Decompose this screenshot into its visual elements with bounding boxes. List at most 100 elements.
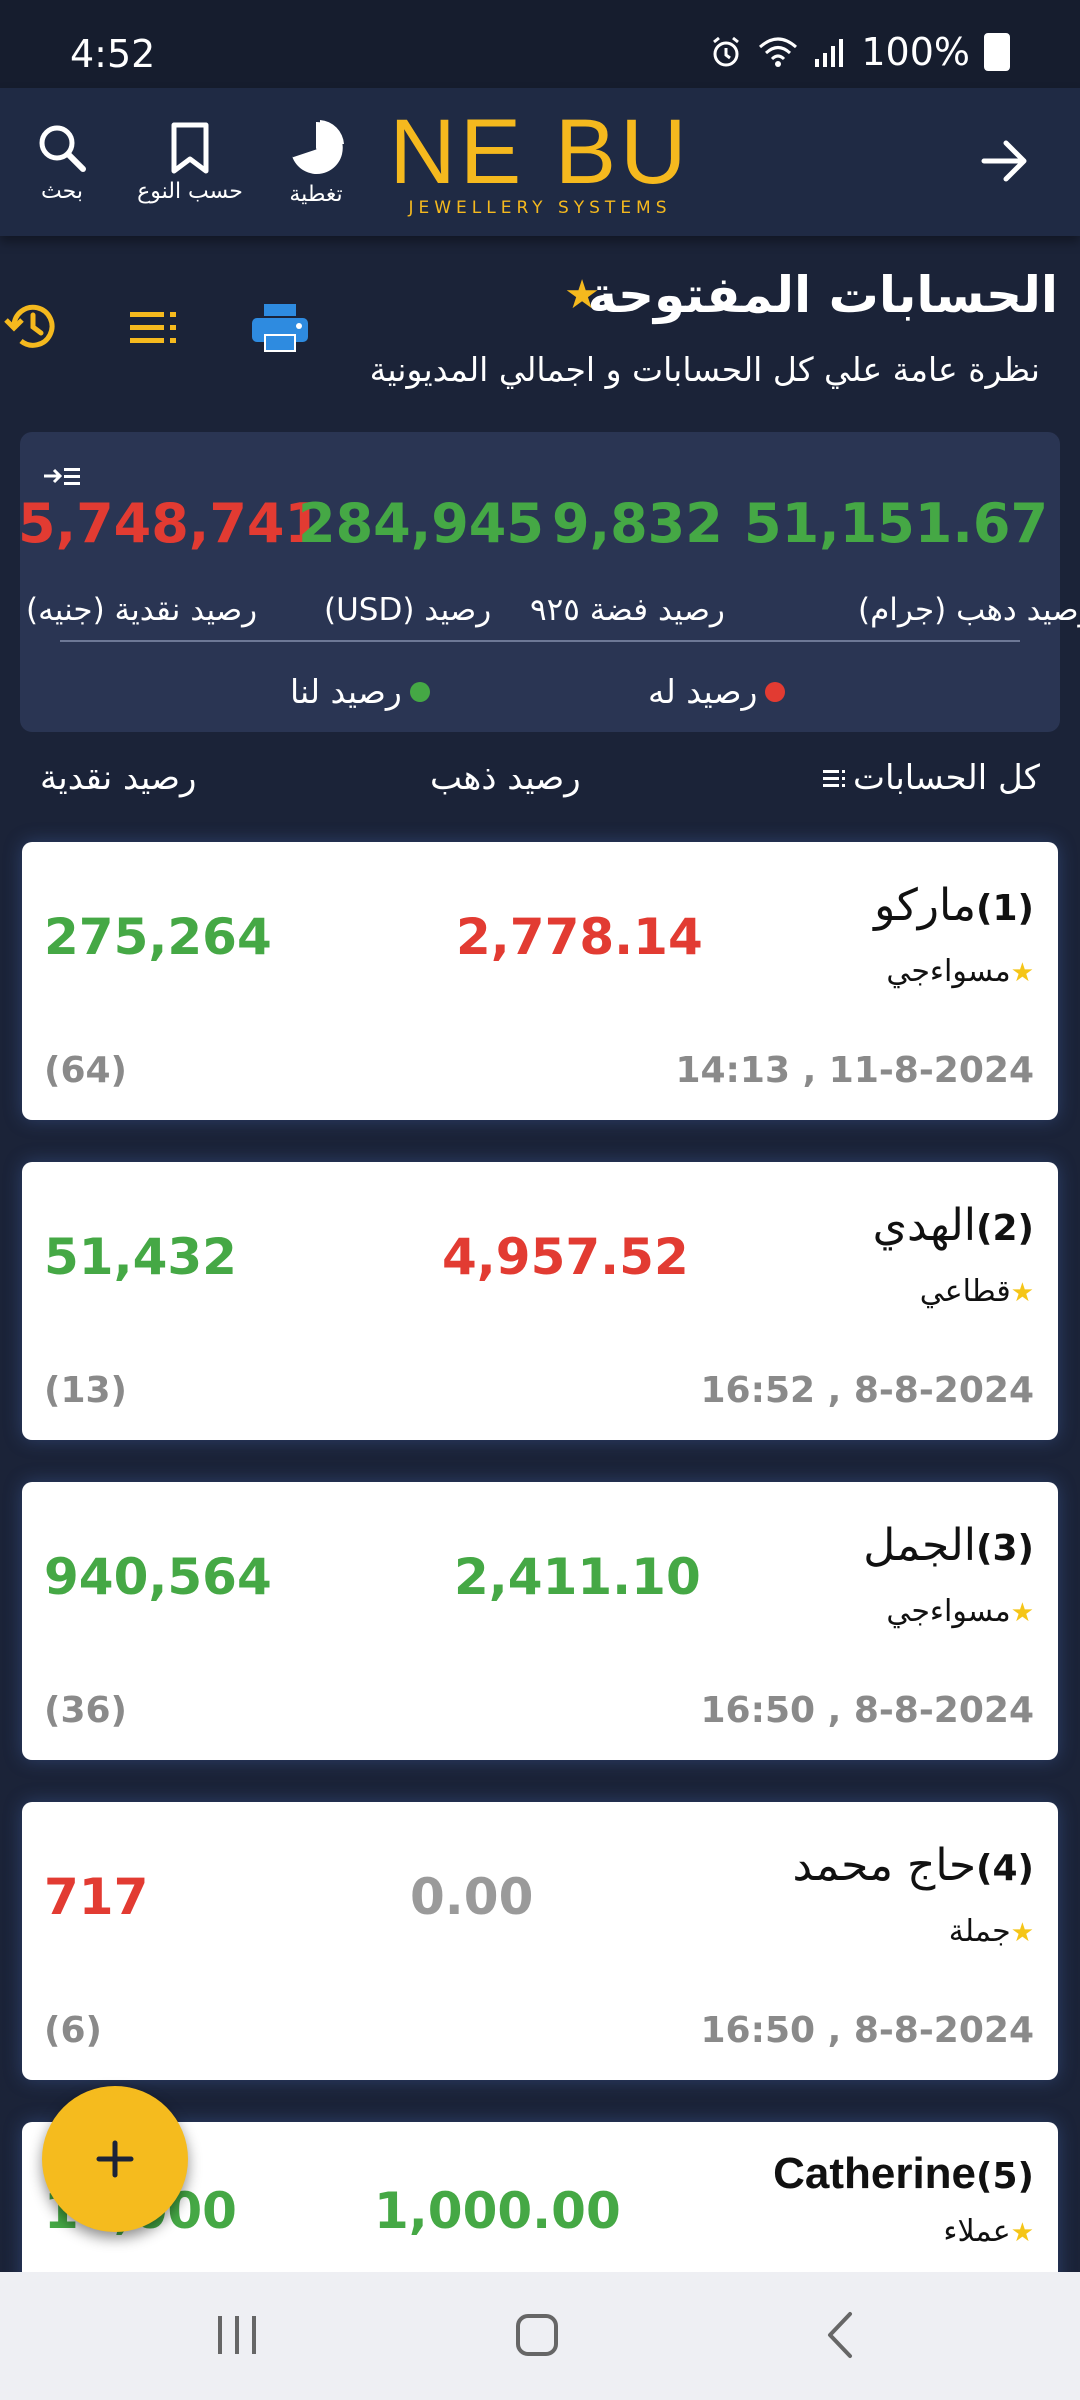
account-name-row: (1)ماركو (874, 880, 1034, 931)
summary-cash-label: رصيد نقدية (جنيه) (26, 592, 258, 628)
account-category-row: ★مسواءجي (886, 1594, 1034, 1629)
battery-percent: 100% (861, 30, 970, 74)
account-number: (4) (976, 1848, 1034, 1889)
legend-for-him-label: رصيد له (648, 672, 758, 711)
account-name: ماركو (874, 880, 977, 931)
logo-main-text: NE BU (389, 101, 691, 203)
bookmark-icon (171, 122, 209, 173)
account-category-row: ★عملاء (943, 2214, 1034, 2249)
account-number: (5) (976, 2156, 1034, 2197)
account-transaction-count: (36) (44, 1690, 128, 1731)
account-transaction-count: (13) (44, 1370, 128, 1411)
status-time: 4:52 (70, 32, 156, 76)
column-cash-balance: رصيد نقدية (40, 758, 197, 798)
account-number: (2) (976, 1208, 1034, 1249)
account-cash-balance: 275,264 (44, 908, 272, 966)
column-gold-balance: رصيد ذهب (430, 758, 581, 798)
search-label: بحث (41, 178, 83, 204)
by-type-button[interactable]: حسب النوع (120, 88, 260, 236)
account-gold-balance: 1,000.00 (374, 2182, 621, 2240)
account-name-row: (5)Catherine (773, 2148, 1034, 2199)
back-icon[interactable] (820, 2310, 860, 2360)
all-accounts-label: كل الحسابات (852, 758, 1040, 798)
app-bar: بحث حسب النوع تغطية NE BU JEWELLERY SYST… (0, 88, 1080, 236)
logo-sub-text: JEWELLERY SYSTEMS (408, 198, 672, 218)
plus-icon (96, 2140, 134, 2178)
account-category: عملاء (943, 2214, 1011, 2249)
account-last-date: 14:13 , 11-8-2024 (675, 1050, 1034, 1091)
summary-card: 5,748,741 284,945 9,832 51,151.67 رصيد ن… (18, 432, 1080, 732)
app-logo: NE BU JEWELLERY SYSTEMS (380, 102, 700, 218)
signal-icon (815, 39, 844, 67)
legend-for-us: رصيد لنا (290, 672, 430, 711)
account-number: (1) (976, 888, 1034, 929)
history-icon[interactable] (4, 298, 60, 354)
page-header: ★ الحسابات المفتوحة نظرة عامة علي كل الح… (0, 250, 1080, 420)
arrow-right-icon[interactable] (980, 138, 1030, 184)
account-card[interactable]: (3)الجمل ★مسواءجي 2,411.10 940,564 16:50… (22, 1482, 1058, 1760)
account-name: الجمل (863, 1520, 977, 1571)
account-category: مسواءجي (886, 1594, 1011, 1629)
account-last-date: 16:50 , 8-8-2024 (700, 1690, 1034, 1731)
account-name-row: (2)الهدي (873, 1200, 1034, 1251)
by-type-label: حسب النوع (137, 178, 243, 204)
search-icon (39, 125, 86, 172)
legend-for-him: رصيد له (648, 672, 786, 711)
red-dot-icon (765, 681, 786, 702)
pie-chart-icon (291, 119, 344, 174)
star-icon: ★ (1010, 1918, 1034, 1948)
star-icon: ★ (1010, 1278, 1034, 1308)
account-card[interactable]: (1)ماركو ★مسواءجي 2,778.14 275,264 14:13… (22, 842, 1058, 1120)
star-icon: ★ (1010, 2218, 1034, 2248)
account-category-row: ★مسواءجي (886, 954, 1034, 989)
status-bar: 4:52 100% (0, 0, 1080, 88)
collapse-icon[interactable] (42, 462, 82, 490)
alarm-icon (713, 36, 740, 67)
summary-gold-label: رصيد دهب (جرام) (858, 592, 1080, 628)
account-last-date: 16:50 , 8-8-2024 (700, 2010, 1034, 2051)
star-icon: ★ (1010, 958, 1034, 988)
print-icon[interactable] (250, 302, 310, 354)
account-gold-balance: 0.00 (410, 1868, 534, 1926)
status-icons: 100% (709, 30, 1010, 74)
recent-apps-icon[interactable] (214, 2310, 260, 2360)
account-name-row: (3)الجمل (863, 1520, 1034, 1571)
page-subtitle: نظرة عامة علي كل الحسابات و اجمالي المدي… (369, 350, 1040, 389)
account-name: حاج محمد (792, 1840, 977, 1891)
account-number: (3) (976, 1528, 1034, 1569)
account-category: مسواءجي (886, 954, 1011, 989)
account-name-row: (4)حاج محمد (793, 1840, 1034, 1891)
home-icon[interactable] (512, 2310, 562, 2360)
legend-for-us-label: رصيد لنا (290, 672, 402, 711)
column-headers: رصيد نقدية رصيد ذهب كل الحسابات (0, 758, 1080, 818)
account-category-row: ★جملة (949, 1914, 1034, 1949)
account-category: جملة (948, 1914, 1011, 1949)
account-card[interactable]: (4)حاج محمد ★جملة 0.00 717 16:50 , 8-8-2… (22, 1802, 1058, 2080)
account-category-row: ★قطاعي (920, 1274, 1034, 1309)
star-icon: ★ (1010, 1598, 1034, 1628)
account-cash-balance: 717 (44, 1868, 149, 1926)
account-transaction-count: (64) (44, 1050, 128, 1091)
system-nav-bar (0, 2272, 1080, 2400)
account-transaction-count: (6) (44, 2010, 102, 2051)
coverage-button[interactable]: تغطية (276, 88, 356, 236)
account-category: قطاعي (919, 1274, 1011, 1309)
green-dot-icon (409, 681, 430, 702)
column-all-accounts[interactable]: كل الحسابات (821, 758, 1040, 798)
battery-icon (984, 33, 1010, 71)
summary-gold-value: 51,151.67 (744, 492, 1049, 555)
account-last-date: 16:52 , 8-8-2024 (700, 1370, 1034, 1411)
account-gold-balance: 2,411.10 (454, 1548, 701, 1606)
summary-divider (60, 640, 1020, 642)
account-card[interactable]: (2)الهدي ★قطاعي 4,957.52 51,432 16:52 , … (22, 1162, 1058, 1440)
search-button[interactable]: بحث (22, 88, 102, 236)
account-name: Catherine (773, 2149, 977, 2198)
coverage-label: تغطية (289, 181, 343, 207)
account-name: الهدي (872, 1200, 977, 1251)
add-account-button[interactable] (42, 2086, 188, 2232)
summary-usd-label: رصيد (USD) (324, 592, 492, 628)
list-icon[interactable] (128, 308, 184, 348)
account-cash-balance: 51,432 (44, 1228, 237, 1286)
wifi-icon (759, 37, 798, 67)
account-gold-balance: 2,778.14 (456, 908, 703, 966)
